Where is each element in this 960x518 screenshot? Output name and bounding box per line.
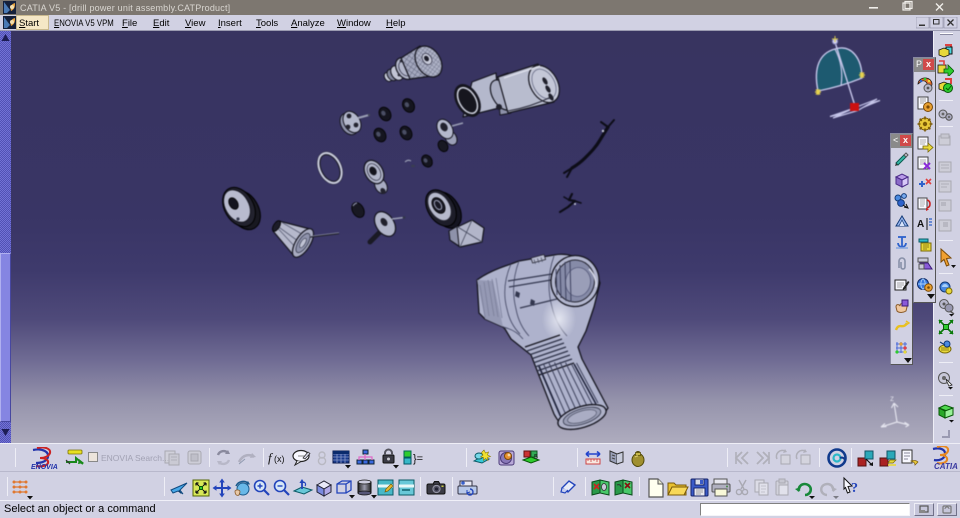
svg-text:?: ? [851,481,858,496]
svg-text:ENOVIA: ENOVIA [31,464,58,470]
svg-text:5: 5 [534,454,538,461]
svg-text:z: z [890,394,894,403]
svg-text:A: A [917,219,924,230]
svg-text:}=: }= [413,453,423,465]
svg-text:CATIA: CATIA [934,462,958,470]
svg-text:(x): (x) [274,454,285,464]
